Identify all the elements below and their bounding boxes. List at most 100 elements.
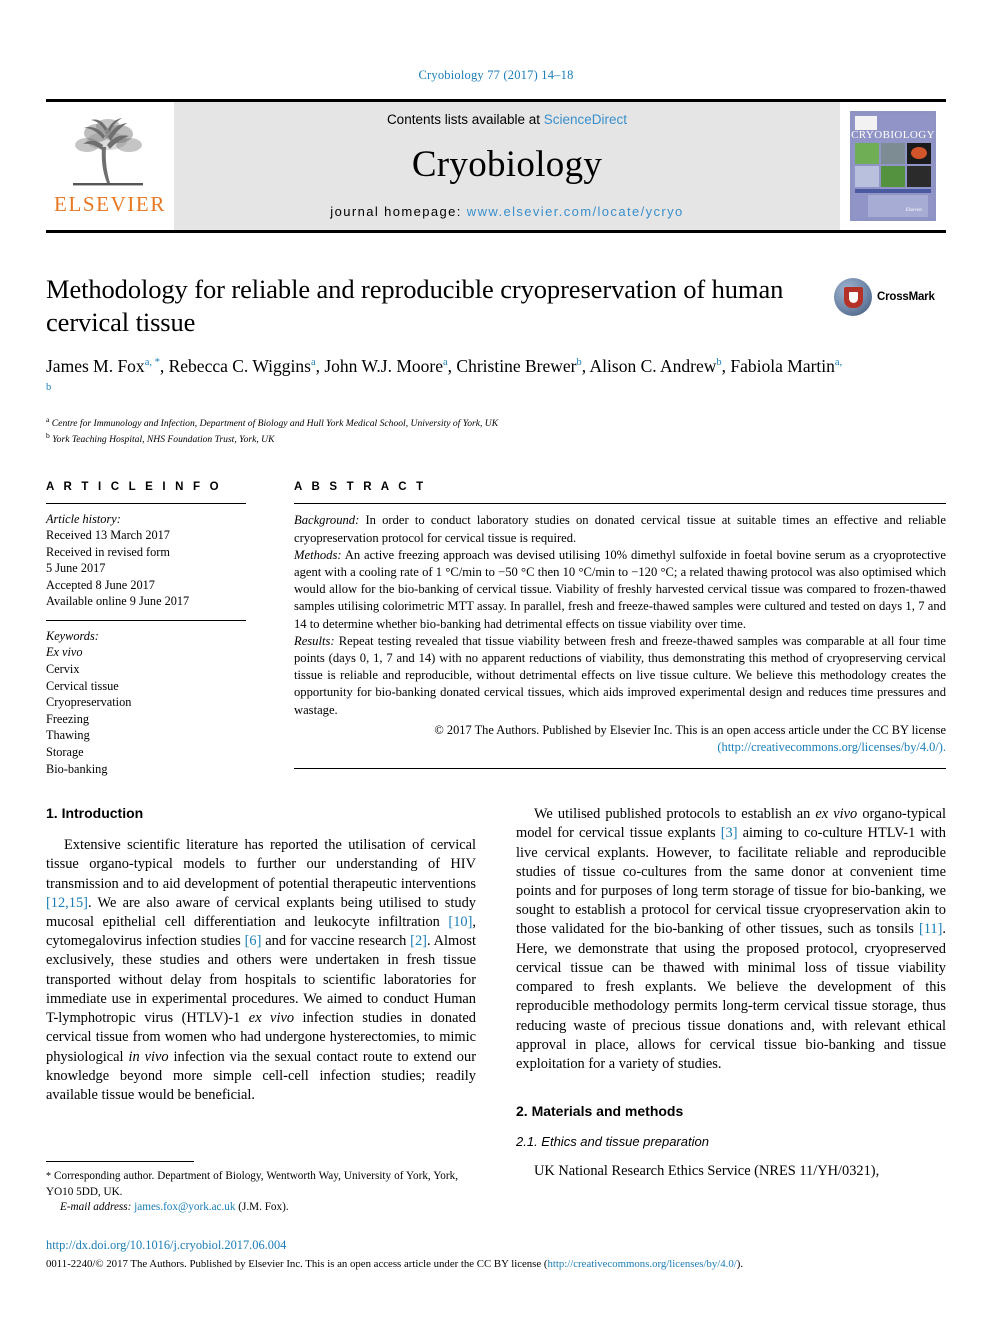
keyword-item: Ex vivo [46,645,83,660]
abstract-methods: Methods: An active freezing approach was… [294,547,946,633]
email-label: E-mail address: [60,1200,132,1213]
text-run: and for vaccine research [261,933,411,950]
author-list: James M. Foxa, *, Rebecca C. Wigginsa, J… [46,355,843,393]
history-item: Received 13 March 2017 [46,528,170,543]
keyword-item: Cervical tissue [46,678,119,693]
abstract-methods-text: An active freezing approach was devised … [294,547,946,631]
crossmark-badge[interactable]: CrossMark [834,275,946,319]
contents-prefix: Contents lists available at [386,111,544,127]
elsevier-logo: ELSEVIER [46,102,174,230]
journal-homepage-line: journal homepage: www.elsevier.com/locat… [330,204,683,219]
journal-cover-thumbnail: CRYOBIOLOGY Elsevier [840,102,946,230]
history-item: Accepted 8 June 2017 [46,577,155,592]
footnote-divider [46,1161,194,1163]
footnote-block: * Corresponding author. Department of Bi… [46,1161,458,1215]
article-info-column: A R T I C L E I N F O Article history: R… [46,481,246,777]
license-link[interactable]: (http://creativecommons.org/licenses/by/… [717,740,946,754]
issn-copy-prefix: 0011-2240/© 2017 The Authors. Published … [46,1257,548,1270]
history-item: 5 June 2017 [46,561,106,576]
author-name: Alison C. Andrew [589,355,717,376]
text-run: We utilised published protocols to estab… [534,806,816,823]
doi-link[interactable]: http://dx.doi.org/10.1016/j.cryobiol.201… [46,1238,286,1252]
citation-ref[interactable]: [3] [721,825,738,841]
citation-ref[interactable]: [11] [919,921,942,937]
keyword-item: Cryopreservation [46,695,132,710]
crossmark-icon [834,278,872,316]
divider [46,503,246,505]
citation-ref[interactable]: [6] [245,933,262,949]
masthead-center: Contents lists available at ScienceDirec… [174,102,840,230]
citation-ref[interactable]: [10] [448,914,472,930]
crossmark-label: CrossMark [877,291,935,303]
text-run-italic: in vivo [128,1048,169,1065]
contents-available-line: Contents lists available at ScienceDirec… [387,112,627,127]
keyword-item: Bio-banking [46,761,108,776]
citation-ref[interactable]: [12,15] [46,895,88,911]
author-affil-mark[interactable]: a [311,357,316,368]
author-name: James M. Fox [46,355,145,376]
text-run-italic: ex vivo [248,1010,295,1027]
ethics-paragraph: UK National Research Ethics Service (NRE… [534,1163,880,1180]
keyword-item: Freezing [46,711,90,726]
text-run: . Here, we demonstrate that using the pr… [516,921,946,1072]
info-and-abstract: A R T I C L E I N F O Article history: R… [46,481,946,777]
abstract-background-label: Background: [294,513,360,528]
corresponding-author-text: Corresponding author. Department of Biol… [46,1170,458,1198]
history-item: Received in revised form [46,544,170,559]
article-info-heading: A R T I C L E I N F O [46,481,222,494]
text-run: Extensive scientific literature has repo… [46,837,476,892]
issn-copyright-line: 0011-2240/© 2017 The Authors. Published … [46,1257,946,1271]
running-head: Cryobiology 77 (2017) 14–18 [418,68,574,82]
author-affil-mark[interactable]: a, * [145,357,160,368]
title-block: CrossMark Methodology for reliable and r… [46,273,946,447]
journal-title: Cryobiology [411,143,603,185]
body-content: 1. Introduction Extensive scientific lit… [46,805,946,1194]
author-name: Rebecca C. Wiggins [168,355,311,376]
abstract-background-text: In order to conduct laboratory studies o… [294,513,946,545]
abstract-column: A B S T R A C T Background: In order to … [294,481,946,777]
text-run-italic: ex vivo [815,806,858,823]
body-right-column: We utilised published protocols to estab… [516,805,946,1194]
author-affil-mark[interactable]: a [443,357,448,368]
issn-copy-suffix: ). [736,1257,744,1270]
doi-link-wrapper: http://dx.doi.org/10.1016/j.cryobiol.201… [46,1238,946,1253]
section-heading-materials-methods: 2. Materials and methods [516,1103,684,1120]
email-link[interactable]: james.fox@york.ac.uk [134,1201,235,1213]
citation-ref[interactable]: [2] [410,933,427,949]
journal-homepage-link[interactable]: www.elsevier.com/locate/ycryo [467,204,684,219]
elsevier-tree-icon [73,118,143,186]
affiliation-text: York Teaching Hospital, NHS Foundation T… [52,434,275,446]
sciencedirect-link[interactable]: ScienceDirect [544,112,627,127]
footer-license-link[interactable]: http://creativecommons.org/licenses/by/4… [547,1258,736,1270]
affiliation-text: Centre for Immunology and Infection, Dep… [51,418,499,430]
svg-text:Elsevier: Elsevier [906,208,923,213]
author-name: John W.J. Moore [324,355,443,376]
author-affil-mark[interactable]: b [716,357,721,368]
subsection-heading-ethics: 2.1. Ethics and tissue preparation [516,1134,709,1150]
intro-paragraph: Extensive scientific literature has repo… [46,836,476,1105]
affiliation-a: a Centre for Immunology and Infection, D… [46,415,946,431]
article-history-label: Article history: [46,512,121,527]
elsevier-wordmark: ELSEVIER [54,192,166,216]
abstract-heading: A B S T R A C T [294,481,427,494]
copyright-text: © 2017 The Authors. Published by Elsevie… [434,722,946,737]
page-footer: http://dx.doi.org/10.1016/j.cryobiol.201… [46,1238,946,1271]
email-note: E-mail address: james.fox@york.ac.uk (J.… [46,1200,458,1215]
author-affil-mark[interactable]: b [576,357,581,368]
body-left-column: 1. Introduction Extensive scientific lit… [46,805,476,1194]
history-item: Available online 9 June 2017 [46,594,190,609]
svg-text:CRYOBIOLOGY: CRYOBIOLOGY [851,129,935,141]
keyword-item: Storage [46,744,84,759]
abstract-copyright: © 2017 The Authors. Published by Elsevie… [294,722,946,756]
text-run: . We are also aware of cervical explants… [46,894,476,930]
article-page: Cryobiology 77 (2017) 14–18 ELSEVIER Con… [0,0,992,1323]
affiliation-b: b York Teaching Hospital, NHS Foundation… [46,431,946,447]
divider [294,767,946,769]
abstract-background: Background: In order to conduct laborato… [294,512,946,546]
abstract-results-text: Repeat testing revealed that tissue viab… [294,633,946,717]
homepage-prefix: journal homepage: [330,203,467,219]
abstract-results-label: Results: [294,633,335,648]
section-heading-introduction: 1. Introduction [46,805,144,822]
page-title: Methodology for reliable and reproducibl… [46,274,784,338]
affiliation-mark: a [46,415,50,425]
